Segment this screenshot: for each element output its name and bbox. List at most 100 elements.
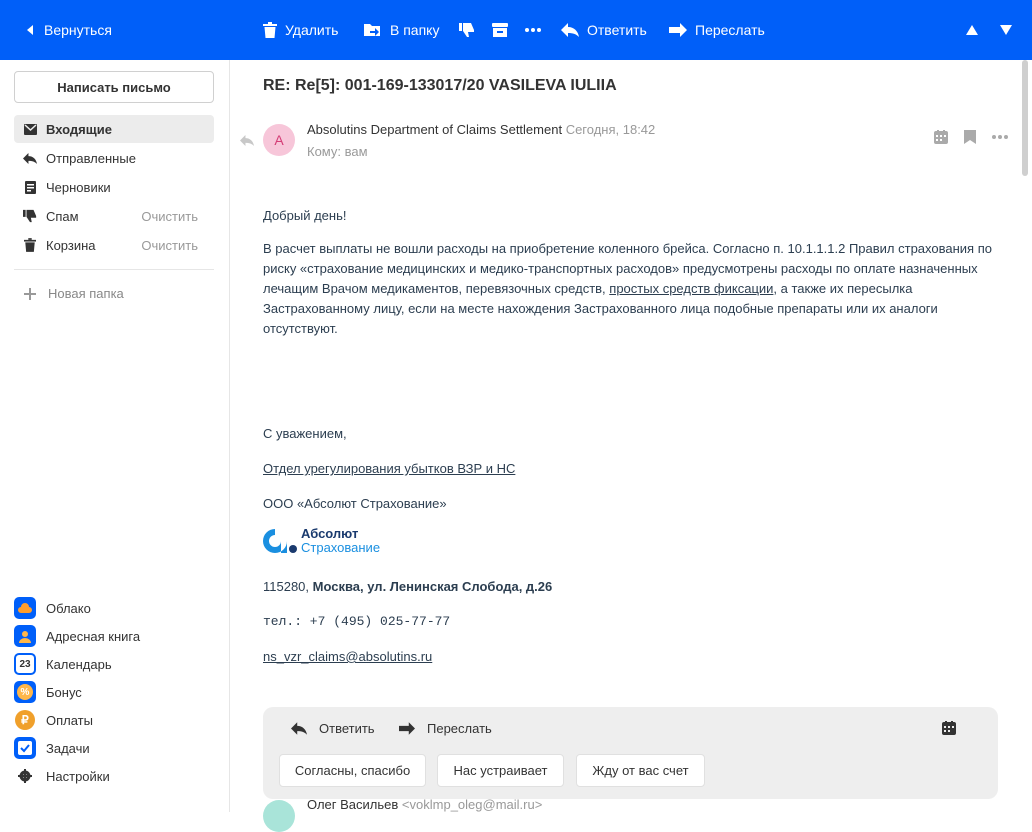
paragraph-line: лечащим Врачом медикаментов, перевязочны… xyxy=(263,279,992,299)
greeting: Добрый день! xyxy=(263,208,347,223)
trash-icon xyxy=(23,238,37,252)
tasks-icon xyxy=(14,737,36,759)
bookmark-icon[interactable] xyxy=(964,130,976,144)
app-label: Оплаты xyxy=(46,712,93,728)
folder-label: Входящие xyxy=(46,121,112,137)
archive-icon xyxy=(492,23,508,37)
next-sender-email: <voklmp_oleg@mail.ru> xyxy=(401,797,543,812)
message-subject: RE: Re[5]: 001-169-133017/20 VASILEVA IU… xyxy=(263,77,617,94)
replied-indicator-icon xyxy=(240,133,254,151)
reply-panel-forward-button[interactable]: Переслать xyxy=(399,721,492,736)
company-name: ООО «Абсолют Страхование» xyxy=(263,496,447,511)
sender-name[interactable]: Absolutins Department of Claims Settleme… xyxy=(307,122,562,137)
text-span: , а также их пересылка xyxy=(773,281,913,296)
fixation-link[interactable]: простых средств фиксации xyxy=(609,281,773,296)
app-cloud[interactable]: Облако xyxy=(14,596,224,620)
cloud-icon xyxy=(14,597,36,619)
app-label: Настройки xyxy=(46,768,110,784)
app-settings[interactable]: Настройки xyxy=(14,764,224,788)
folder-label: Спам xyxy=(46,208,79,224)
archive-button[interactable] xyxy=(492,0,508,60)
quick-reply-await-invoice[interactable]: Жду от вас счет xyxy=(576,754,705,787)
new-folder-label: Новая папка xyxy=(48,286,124,301)
clear-trash-button[interactable]: Очистить xyxy=(141,238,198,253)
bonus-badge: % xyxy=(17,684,33,700)
app-tasks[interactable]: Задачи xyxy=(14,736,224,760)
next-sender-name: Олег Васильев xyxy=(307,797,399,812)
paragraph-line: отсутствуют. xyxy=(263,321,338,336)
street-address: Москва, ул. Ленинская Слобода, д.26 xyxy=(312,579,553,594)
app-label: Адресная книга xyxy=(46,628,141,644)
company-logo: Абсолют Страхование xyxy=(263,527,380,555)
calendar-action-icon[interactable] xyxy=(934,130,948,144)
reply-button[interactable]: Ответить xyxy=(561,0,647,60)
quick-reply-suits-us[interactable]: Нас устраивает xyxy=(437,754,564,787)
quick-reply-agree[interactable]: Согласны, спасибо xyxy=(279,754,426,787)
logo-line-1: Абсолют xyxy=(301,526,359,541)
phone-number: тел.: +7 (495) 025-77-77 xyxy=(263,614,451,629)
email-link[interactable]: ns_vzr_claims@absolutins.ru xyxy=(263,647,432,667)
sidebar-divider xyxy=(14,269,214,270)
move-label: В папку xyxy=(390,22,440,38)
payments-badge: ₽ xyxy=(15,710,35,730)
reply-panel-reply-button[interactable]: Ответить xyxy=(291,721,375,736)
next-message-button[interactable] xyxy=(1000,0,1012,60)
thumbs-down-icon xyxy=(459,23,474,37)
reply-panel-calendar-button[interactable] xyxy=(942,721,956,735)
sidebar-item-sent[interactable]: Отправленные xyxy=(14,144,214,172)
payments-icon: ₽ xyxy=(14,709,36,731)
delete-label: Удалить xyxy=(285,22,339,38)
back-label: Вернуться xyxy=(44,22,112,38)
forward-button[interactable]: Переслать xyxy=(669,0,765,60)
recipient-line: Кому: вам xyxy=(307,144,368,159)
sender-line: Absolutins Department of Claims Settleme… xyxy=(307,122,655,137)
scrollbar[interactable] xyxy=(1022,60,1028,176)
sidebar-item-inbox[interactable]: Входящие xyxy=(14,115,214,143)
new-folder-button[interactable]: Новая папка xyxy=(24,286,124,301)
sidebar-item-drafts[interactable]: Черновики xyxy=(14,173,214,201)
next-sender-avatar[interactable] xyxy=(263,800,295,832)
reply-arrow-icon xyxy=(561,23,579,37)
reply-arrow-icon xyxy=(291,722,307,735)
toolbar: Вернуться Удалить В папку Ответить Перес… xyxy=(0,0,1032,60)
reply-label: Ответить xyxy=(319,721,375,736)
clear-spam-button[interactable]: Очистить xyxy=(141,209,198,224)
back-button[interactable]: Вернуться xyxy=(24,0,112,60)
app-calendar[interactable]: 23 Календарь xyxy=(14,652,224,676)
settings-icon xyxy=(14,765,36,787)
move-to-folder-button[interactable]: В папку xyxy=(364,0,439,60)
previous-message-button[interactable] xyxy=(966,0,978,60)
more-button[interactable] xyxy=(525,0,541,60)
move-folder-icon xyxy=(364,24,380,36)
spam-button[interactable] xyxy=(459,0,475,60)
calendar-day: 23 xyxy=(19,658,31,670)
app-payments[interactable]: ₽ Оплаты xyxy=(14,708,224,732)
paragraph-line: В расчет выплаты не вошли расходы на при… xyxy=(263,241,992,256)
app-bonus[interactable]: % Бонус xyxy=(14,680,224,704)
more-dots-icon xyxy=(525,28,541,32)
spam-icon xyxy=(23,209,37,223)
forward-label: Переслать xyxy=(427,721,492,736)
paragraph-line: риску «страхование медицинских и медико-… xyxy=(263,261,978,276)
sidebar-item-spam[interactable]: Спам Очистить xyxy=(14,202,214,230)
compose-button[interactable]: Написать письмо xyxy=(14,71,214,103)
delete-button[interactable]: Удалить xyxy=(263,0,338,60)
calendar-icon: 23 xyxy=(14,653,36,675)
next-message-sender[interactable]: Олег Васильев <voklmp_oleg@mail.ru> xyxy=(307,797,542,812)
app-contacts[interactable]: Адресная книга xyxy=(14,624,224,648)
forward-label: Переслать xyxy=(695,22,765,38)
triangle-down-icon xyxy=(1000,25,1012,35)
app-label: Задачи xyxy=(46,740,90,756)
postal-address: 115280, Москва, ул. Ленинская Слобода, д… xyxy=(263,577,552,597)
sent-icon xyxy=(23,151,37,165)
more-dots-icon[interactable] xyxy=(992,135,1008,139)
absolut-logo-icon xyxy=(263,529,297,553)
forward-arrow-icon xyxy=(669,23,687,37)
back-arrow-icon xyxy=(27,25,33,35)
department-link[interactable]: Отдел урегулирования убытков ВЗР и НС xyxy=(263,459,515,479)
sidebar-item-trash[interactable]: Корзина Очистить xyxy=(14,231,214,259)
app-label: Облако xyxy=(46,600,91,616)
sender-avatar[interactable]: A xyxy=(263,124,295,156)
logo-text: Абсолют Страхование xyxy=(301,527,380,555)
postcode: 115280, xyxy=(263,579,313,594)
